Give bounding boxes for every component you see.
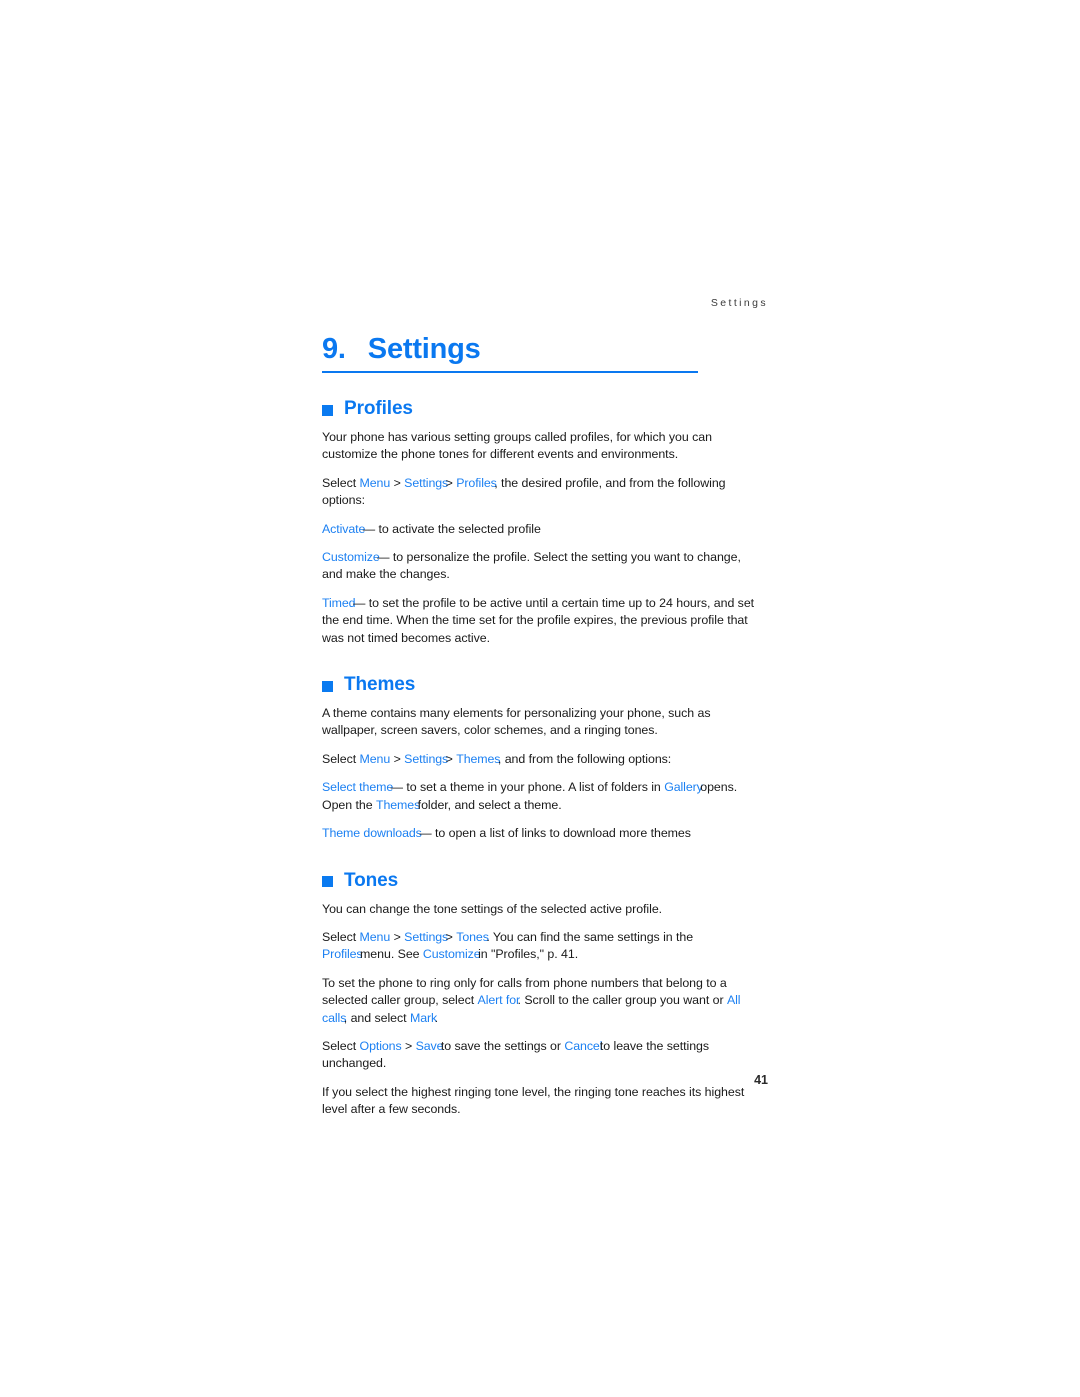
text-select-tail: in "Profiles," p. 41. bbox=[478, 947, 579, 962]
text-activate-tail: — to activate the selected profile bbox=[362, 521, 541, 536]
section-heading-label: Themes bbox=[344, 674, 416, 696]
paragraph-tones-select: Select Menu > Settings> Tones. You can f… bbox=[322, 929, 762, 964]
text-select-theme-tail: folder, and select a theme. bbox=[417, 797, 562, 812]
paragraph-profiles-timed: Timed— to set the profile to be active u… bbox=[322, 595, 762, 647]
paragraph-themes-downloads: Theme downloads— to open a list of links… bbox=[322, 825, 762, 842]
ui-term-themes: Themes bbox=[456, 751, 501, 766]
text-customize-tail: — to personalize the profile. Select the… bbox=[322, 550, 741, 582]
ui-term-menu: Menu bbox=[359, 929, 391, 944]
ui-term-cancel: Cancel bbox=[564, 1038, 603, 1053]
ui-term-settings: Settings bbox=[404, 751, 449, 766]
ui-term-alert-for: Alert for bbox=[477, 993, 521, 1008]
ui-term-gallery: Gallery bbox=[664, 780, 703, 795]
text-select-lead: Select bbox=[322, 751, 357, 766]
ui-term-timed: Timed bbox=[322, 595, 356, 610]
ui-term-customize: Customize bbox=[322, 550, 380, 565]
separator-gt: > bbox=[404, 1038, 413, 1053]
separator-gt-2: > bbox=[445, 929, 453, 944]
ui-term-activate: Activate bbox=[322, 521, 366, 536]
ui-term-save: Save bbox=[415, 1038, 444, 1053]
text-caller-mid: . Scroll to the caller group you want or bbox=[517, 993, 724, 1008]
ui-term-mark: Mark bbox=[409, 1010, 438, 1025]
text-save-mid: to save the settings or bbox=[440, 1038, 561, 1053]
square-bullet-icon bbox=[322, 404, 333, 416]
ui-term-settings: Settings bbox=[404, 475, 449, 490]
separator-gt-2: > bbox=[445, 751, 453, 766]
paragraph-profiles-activate: Activate— to activate the selected profi… bbox=[322, 521, 762, 538]
paragraph-themes-select: Select Menu > Settings> Themes, and from… bbox=[322, 751, 762, 768]
square-bullet-icon bbox=[322, 680, 333, 692]
ui-term-tones: Tones bbox=[456, 929, 489, 944]
text-caller-mid2: , and select bbox=[343, 1010, 407, 1025]
paragraph-themes-select-theme: Select theme— to set a theme in your pho… bbox=[322, 779, 762, 814]
chapter-title-line: 9. Settings bbox=[322, 333, 702, 366]
section-heading-themes: Themes bbox=[322, 674, 762, 696]
ui-term-options: Options bbox=[359, 1038, 402, 1053]
separator-gt: > bbox=[393, 751, 401, 766]
chapter-number: 9. bbox=[322, 333, 346, 365]
paragraph-profiles-intro: Your phone has various setting groups ca… bbox=[322, 430, 712, 462]
paragraph-profiles-select: Select Menu > Settings> Profiles, the de… bbox=[322, 475, 762, 510]
text-select-lead: Select bbox=[322, 475, 357, 490]
ui-term-menu: Menu bbox=[359, 751, 391, 766]
text-caller-tail: . bbox=[434, 1010, 439, 1025]
paragraph-tones-highest: If you select the highest ringing tone l… bbox=[322, 1084, 745, 1117]
ui-term-theme-downloads: Theme downloads bbox=[322, 826, 422, 841]
paragraph-profiles-customize: Customize— to personalize the profile. S… bbox=[322, 549, 762, 584]
text-downloads-tail: — to open a list of links to download mo… bbox=[419, 826, 691, 841]
section-heading-tones: Tones bbox=[322, 870, 762, 892]
separator-gt: > bbox=[393, 929, 401, 944]
document-page: Settings 9. Settings Profiles Your phone… bbox=[0, 0, 1080, 1397]
square-bullet-icon bbox=[322, 876, 333, 887]
ui-term-settings: Settings bbox=[404, 929, 449, 944]
chapter-rule-divider bbox=[322, 371, 698, 373]
ui-term-themes-folder: Themes bbox=[376, 797, 421, 812]
section-heading-label: Profiles bbox=[344, 398, 413, 419]
running-header: Settings bbox=[710, 297, 768, 309]
text-select-mid: . You can find the same settings in the bbox=[486, 929, 694, 944]
separator-gt-2: > bbox=[445, 475, 453, 490]
text-select-mid2: menu. See bbox=[360, 947, 420, 962]
separator-gt: > bbox=[393, 475, 401, 490]
content-column: Profiles Your phone has various setting … bbox=[322, 398, 762, 1119]
paragraph-tones-intro: You can change the tone settings of the … bbox=[322, 901, 663, 916]
text-select-tail: , and from the following options: bbox=[497, 751, 672, 766]
section-heading-profiles: Profiles bbox=[322, 398, 762, 420]
chapter-title: Settings bbox=[367, 333, 481, 365]
ui-term-select-theme: Select theme bbox=[322, 780, 394, 795]
chapter-title-block: 9. Settings bbox=[322, 333, 702, 373]
text-select-theme-mid: — to set a theme in your phone. A list o… bbox=[390, 780, 661, 795]
section-heading-label: Tones bbox=[344, 869, 399, 891]
ui-term-profiles: Profiles bbox=[456, 475, 497, 490]
paragraph-tones-save: Select Options > Saveto save the setting… bbox=[322, 1038, 762, 1073]
paragraph-tones-caller-group: To set the phone to ring only for calls … bbox=[322, 975, 762, 1027]
page-number: 41 bbox=[754, 1073, 768, 1087]
text-save-lead: Select bbox=[322, 1038, 357, 1053]
ui-term-menu: Menu bbox=[359, 475, 391, 490]
text-select-lead: Select bbox=[322, 929, 357, 944]
paragraph-themes-intro: A theme contains many elements for perso… bbox=[322, 706, 711, 738]
text-timed-tail: — to set the profile to be active until … bbox=[322, 595, 755, 645]
ui-term-customize: Customize bbox=[422, 947, 481, 962]
ui-term-profiles: Profiles bbox=[322, 947, 363, 962]
